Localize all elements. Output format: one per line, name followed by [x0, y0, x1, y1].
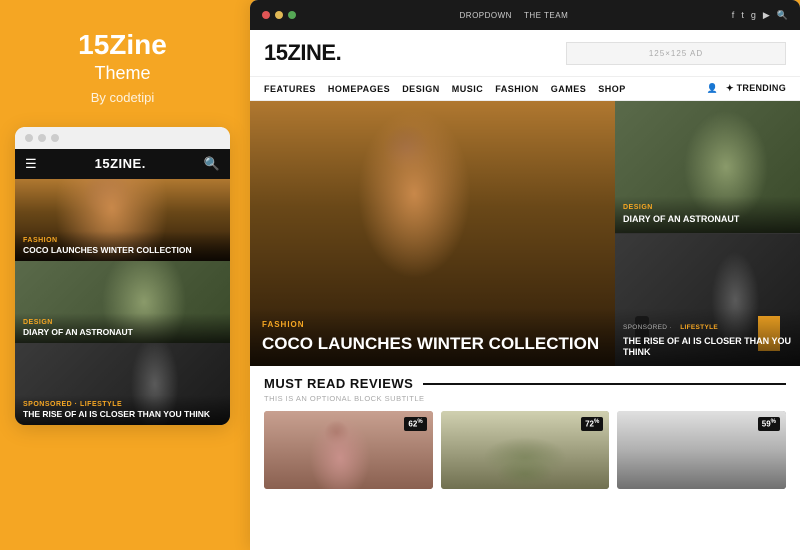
- card-2-category: DESIGN: [23, 319, 222, 326]
- mockup-nav: ☰ 15ZINE. 🔍: [15, 149, 230, 179]
- mockup-card-1[interactable]: FASHION COCO LAUNCHES WINTER COLLECTION: [15, 179, 230, 261]
- hero-side-bottom[interactable]: SPONSORED · LIFESTYLE THE RISE OF AI IS …: [615, 233, 800, 366]
- must-read-divider: [423, 383, 786, 385]
- nav-games[interactable]: GAMES: [551, 84, 587, 94]
- mockup-dot-2: [38, 134, 46, 142]
- sponsored-tag: SPONSORED ·: [623, 324, 672, 331]
- social-icons: f t g ▶ 🔍: [732, 10, 788, 21]
- mockup-card-2[interactable]: DESIGN DIARY OF AN ASTRONAUT: [15, 261, 230, 343]
- main-content: DROPDOWN THE TEAM f t g ▶ 🔍 15ZINE. 125×…: [250, 0, 800, 550]
- card-1-category: FASHION: [23, 237, 222, 244]
- window-dots: [262, 11, 296, 19]
- review-card-3[interactable]: 59%: [617, 411, 786, 489]
- trending-label[interactable]: ✦ TRENDING: [726, 83, 786, 94]
- side-top-category: DESIGN: [623, 204, 792, 211]
- nav-homepages[interactable]: HOMEPAGES: [328, 84, 390, 94]
- search-icon[interactable]: 🔍: [204, 156, 220, 172]
- brand-title: 15Zine: [78, 30, 167, 61]
- review-card-2[interactable]: 72%: [441, 411, 610, 489]
- hero-sidebar: DESIGN DIARY OF AN ASTRONAUT SPONSORED ·…: [615, 101, 800, 366]
- search-icon-top[interactable]: 🔍: [777, 10, 788, 21]
- nav-shop[interactable]: SHOP: [598, 84, 626, 94]
- card-1-overlay: FASHION COCO LAUNCHES WINTER COLLECTION: [15, 231, 230, 261]
- mockup-card-3[interactable]: SPONSORED · LIFESTYLE THE RISE OF AI IS …: [15, 343, 230, 425]
- card-3-overlay: SPONSORED · LIFESTYLE THE RISE OF AI IS …: [15, 395, 230, 425]
- nav-fashion[interactable]: FASHION: [495, 84, 539, 94]
- brand-byline: By codetipi: [91, 90, 155, 105]
- hero-main-overlay: FASHION COCO LAUNCHES WINTER COLLECTION: [250, 308, 615, 366]
- youtube-icon[interactable]: ▶: [763, 10, 770, 21]
- brand-subtitle: Theme: [94, 63, 150, 84]
- review-card-1[interactable]: 62%: [264, 411, 433, 489]
- side-bottom-tags: SPONSORED · LIFESTYLE: [623, 316, 792, 334]
- nav-links: FEATURES HOMEPAGES DESIGN MUSIC FASHION …: [264, 84, 626, 94]
- top-link-team[interactable]: THE TEAM: [524, 11, 568, 20]
- hero-main-article[interactable]: FASHION COCO LAUNCHES WINTER COLLECTION: [250, 101, 615, 366]
- left-panel: 15Zine Theme By codetipi ☰ 15ZINE. 🔍 FAS…: [0, 0, 245, 550]
- side-bottom-title: THE RISE OF AI IS CLOSER THAN YOU THINK: [623, 336, 792, 359]
- mockup-dot-1: [25, 134, 33, 142]
- review-badge-2: 72%: [581, 417, 603, 431]
- mockup-dots-bar: [15, 127, 230, 149]
- lifestyle-tag: LIFESTYLE: [680, 324, 718, 331]
- user-icon[interactable]: 👤: [707, 83, 718, 94]
- review-badge-1: 62%: [404, 417, 426, 431]
- must-read-header: MUST READ REVIEWS: [264, 376, 786, 391]
- side-top-overlay: DESIGN DIARY OF AN ASTRONAUT: [615, 196, 800, 233]
- window-dot-maximize[interactable]: [288, 11, 296, 19]
- mockup-dot-3: [51, 134, 59, 142]
- top-bar: DROPDOWN THE TEAM f t g ▶ 🔍: [250, 0, 800, 30]
- card-1-title: COCO LAUNCHES WINTER COLLECTION: [23, 245, 222, 255]
- card-2-overlay: DESIGN DIARY OF AN ASTRONAUT: [15, 313, 230, 343]
- googleplus-icon[interactable]: g: [751, 10, 756, 20]
- twitter-icon[interactable]: t: [741, 10, 744, 20]
- review-badge-3: 59%: [758, 417, 780, 431]
- main-nav: FEATURES HOMEPAGES DESIGN MUSIC FASHION …: [250, 77, 800, 101]
- window-dot-close[interactable]: [262, 11, 270, 19]
- header-ad: 125×125 AD: [566, 42, 786, 65]
- must-read-subtitle: THIS IS AN OPTIONAL BLOCK SUBTITLE: [264, 394, 786, 403]
- site-logo[interactable]: 15ZINE.: [264, 40, 341, 66]
- window-dot-minimize[interactable]: [275, 11, 283, 19]
- hero-side-top[interactable]: DESIGN DIARY OF AN ASTRONAUT: [615, 101, 800, 233]
- card-2-title: DIARY OF AN ASTRONAUT: [23, 327, 222, 337]
- facebook-icon[interactable]: f: [732, 10, 735, 20]
- must-read-section: MUST READ REVIEWS THIS IS AN OPTIONAL BL…: [250, 366, 800, 497]
- review-cards-row: 62% 72% 59%: [264, 411, 786, 489]
- site-header: 15ZINE. 125×125 AD: [250, 30, 800, 77]
- hamburger-icon[interactable]: ☰: [25, 156, 37, 172]
- hero-section: FASHION COCO LAUNCHES WINTER COLLECTION …: [250, 101, 800, 366]
- nav-features[interactable]: FEATURES: [264, 84, 316, 94]
- hero-main-category: FASHION: [262, 320, 603, 329]
- top-link-dropdown[interactable]: DROPDOWN: [460, 11, 512, 20]
- nav-music[interactable]: MUSIC: [452, 84, 484, 94]
- card-3-category: SPONSORED · LIFESTYLE: [23, 401, 222, 408]
- mockup-logo: 15ZINE.: [95, 156, 146, 171]
- side-top-title: DIARY OF AN ASTRONAUT: [623, 214, 792, 225]
- side-bottom-overlay: SPONSORED · LIFESTYLE THE RISE OF AI IS …: [615, 308, 800, 367]
- card-3-title: THE RISE OF AI IS CLOSER THAN YOU THINK: [23, 409, 222, 419]
- mobile-mockup: ☰ 15ZINE. 🔍 FASHION COCO LAUNCHES WINTER…: [15, 127, 230, 425]
- must-read-title: MUST READ REVIEWS: [264, 376, 413, 391]
- nav-design[interactable]: DESIGN: [402, 84, 440, 94]
- hero-main-title: COCO LAUNCHES WINTER COLLECTION: [262, 334, 603, 354]
- top-nav-links: DROPDOWN THE TEAM: [460, 11, 569, 20]
- nav-right: 👤 ✦ TRENDING: [707, 83, 786, 94]
